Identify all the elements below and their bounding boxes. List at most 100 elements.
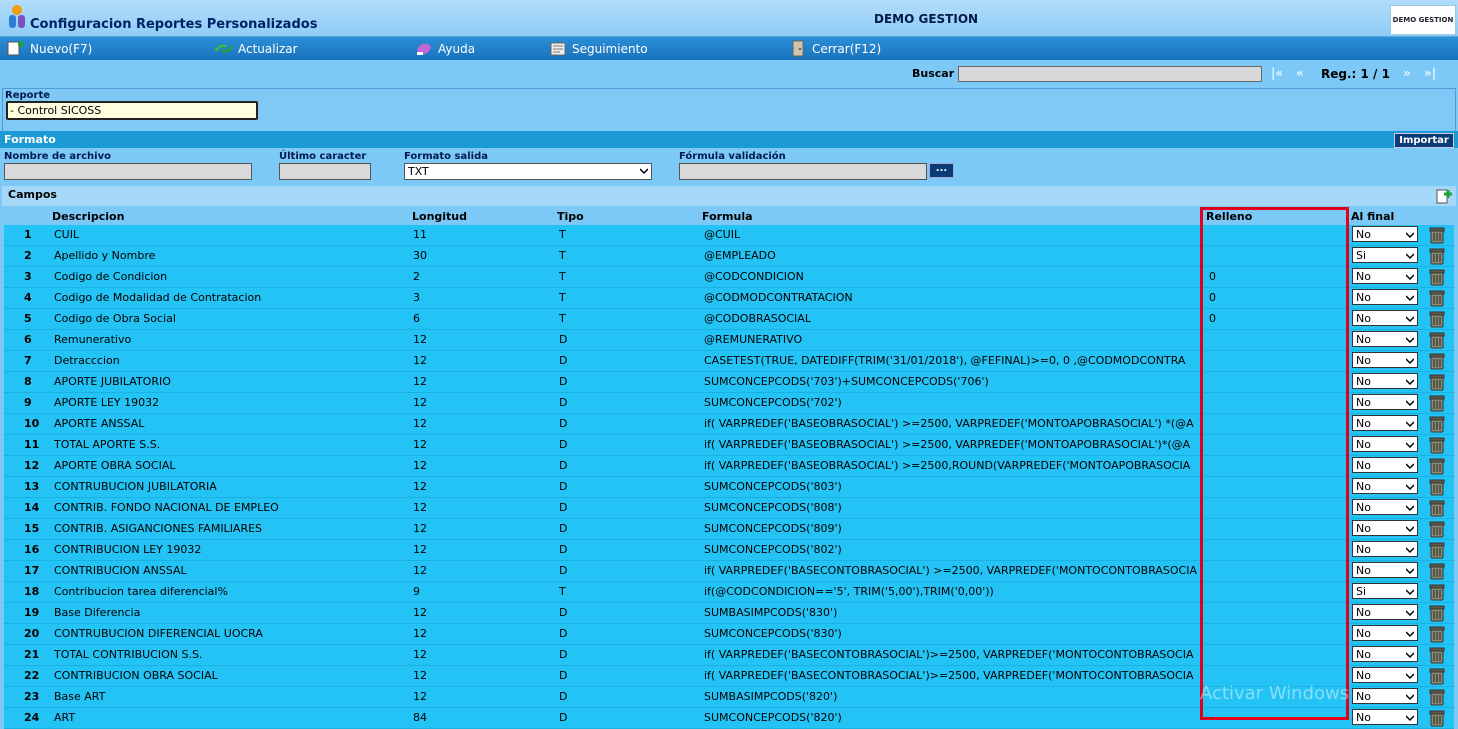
table-row[interactable]: 7 Detracccion 12 D CASETEST(TRUE, DATEDIFF(… <box>4 351 1454 372</box>
trash-icon[interactable] <box>1429 373 1445 391</box>
al-final-select[interactable]: Si <box>1352 247 1418 263</box>
refresh-icon <box>214 44 234 53</box>
al-final-select[interactable]: No <box>1352 604 1418 620</box>
chevron-down-icon <box>1406 463 1414 470</box>
al-final-select[interactable]: No <box>1352 688 1418 704</box>
al-final-select[interactable]: No <box>1352 520 1418 536</box>
trash-icon[interactable] <box>1429 247 1445 265</box>
ultimo-caracter-input[interactable] <box>279 163 371 180</box>
table-row[interactable]: 3 Codigo de Condicion 2 T @CODCONDICION 0 No <box>4 267 1454 288</box>
table-row[interactable]: 8 APORTE JUBILATORIO 12 D SUMCONCEPCODS('703… <box>4 372 1454 393</box>
trash-icon[interactable] <box>1429 331 1445 349</box>
row-number: 22 <box>24 669 40 682</box>
reporte-select[interactable]: - Control SICOSS <box>6 101 258 120</box>
trash-icon[interactable] <box>1429 289 1445 307</box>
first-page-button[interactable]: |« <box>1271 66 1283 80</box>
last-page-button[interactable]: »| <box>1424 66 1436 80</box>
trash-icon[interactable] <box>1429 268 1445 286</box>
al-final-select[interactable]: No <box>1352 499 1418 515</box>
al-final-select[interactable]: No <box>1352 394 1418 410</box>
trash-icon[interactable] <box>1429 688 1445 706</box>
trash-icon[interactable] <box>1429 352 1445 370</box>
table-row[interactable]: 12 APORTE OBRA SOCIAL 12 Dif( VARPREDEF('BA… <box>4 456 1454 477</box>
row-number: 21 <box>24 648 40 661</box>
trash-icon[interactable] <box>1429 625 1445 643</box>
search-input[interactable] <box>958 66 1262 82</box>
trash-icon[interactable] <box>1429 604 1445 622</box>
al-final-select[interactable]: No <box>1352 457 1418 473</box>
al-final-select[interactable]: No <box>1352 352 1418 368</box>
table-row[interactable]: 15 CONTRIB. ASIGANCIONES FAMILIARES 12 D SUM… <box>4 519 1454 540</box>
table-row[interactable]: 21 TOTAL CONTRIBUCION S.S. 12 Dif( VARPREDE… <box>4 645 1454 666</box>
formula-browse-button[interactable]: ... <box>929 163 954 178</box>
table-row[interactable]: 4 Codigo de Modalidad de Contratacion 3 T @C… <box>4 288 1454 309</box>
table-row[interactable]: 18 Contribucion tarea diferencial% 9 T if(@… <box>4 582 1454 603</box>
table-row[interactable]: 14 CONTRIB. FONDO NACIONAL DE EMPLEO 12 D S… <box>4 498 1454 519</box>
trash-icon[interactable] <box>1429 415 1445 433</box>
chevron-down-icon <box>1406 274 1414 281</box>
cell-descripcion: Detracccion <box>54 354 120 367</box>
formula-validacion-input[interactable] <box>679 163 927 180</box>
actualizar-button[interactable]: Actualizar <box>214 40 298 57</box>
al-final-select[interactable]: No <box>1352 541 1418 557</box>
table-row[interactable]: 10 APORTE ANSSAL 12 Dif( VARPREDEF('BASEOBR… <box>4 414 1454 435</box>
table-row[interactable]: 9 APORTE LEY 19032 12 D SUMCONCEPCODS('702')… <box>4 393 1454 414</box>
next-page-button[interactable]: » <box>1403 66 1411 80</box>
table-row[interactable]: 11 TOTAL APORTE S.S. 12 Dif( VARPREDEF('BAS… <box>4 435 1454 456</box>
trash-icon[interactable] <box>1429 541 1445 559</box>
table-row[interactable]: 17 CONTRIBUCION ANSSAL 12 Dif( VARPREDEF('B… <box>4 561 1454 582</box>
actualizar-label: Actualizar <box>238 41 298 56</box>
al-final-value: No <box>1356 627 1371 640</box>
table-row[interactable]: 6 Remunerativo 12 D @REMUNERATIVO No <box>4 330 1454 351</box>
trash-icon[interactable] <box>1429 457 1445 475</box>
al-final-select[interactable]: No <box>1352 331 1418 347</box>
trash-icon[interactable] <box>1429 499 1445 517</box>
trash-icon[interactable] <box>1429 226 1445 244</box>
al-final-select[interactable]: No <box>1352 310 1418 326</box>
table-row[interactable]: 24 ART 84 D SUMCONCEPCODS('820') No <box>4 708 1454 729</box>
prev-page-button[interactable]: « <box>1296 66 1304 80</box>
al-final-select[interactable]: No <box>1352 646 1418 662</box>
trash-icon[interactable] <box>1429 478 1445 496</box>
al-final-select[interactable]: No <box>1352 415 1418 431</box>
table-row[interactable]: 20 CONTRUBUCION DIFERENCIAL UOCRA 12 D SUMCO… <box>4 624 1454 645</box>
cell-descripcion: Base ART <box>54 690 106 703</box>
trash-icon[interactable] <box>1429 667 1445 685</box>
importar-button[interactable]: Importar <box>1394 133 1454 148</box>
al-final-select[interactable]: No <box>1352 226 1418 242</box>
al-final-select[interactable]: No <box>1352 373 1418 389</box>
formato-salida-select[interactable]: TXT <box>404 163 652 180</box>
al-final-value: No <box>1356 711 1371 724</box>
al-final-select[interactable]: No <box>1352 478 1418 494</box>
table-row[interactable]: 19 Base Diferencia 12 D SUMBASIMPCODS('830'… <box>4 603 1454 624</box>
al-final-select[interactable]: No <box>1352 709 1418 725</box>
al-final-select[interactable]: No <box>1352 436 1418 452</box>
table-row[interactable]: 16 CONTRIBUCION LEY 19032 12 D SUMCONCEPCODS… <box>4 540 1454 561</box>
al-final-select[interactable]: No <box>1352 667 1418 683</box>
trash-icon[interactable] <box>1429 709 1445 727</box>
add-field-icon[interactable] <box>1434 186 1454 206</box>
cell-formula: SUMCONCEPCODS('802') <box>704 543 842 556</box>
table-row[interactable]: 2 Apellido y Nombre 30 T @EMPLEADO Si <box>4 246 1454 267</box>
trash-icon[interactable] <box>1429 310 1445 328</box>
nombre-archivo-input[interactable] <box>4 163 252 180</box>
cerrar-button[interactable]: Cerrar(F12) <box>788 40 881 57</box>
trash-icon[interactable] <box>1429 562 1445 580</box>
seguimiento-button[interactable]: Seguimiento <box>548 40 648 57</box>
table-row[interactable]: 5 Codigo de Obra Social 6 T @CODOBRASOCIAL 0 N… <box>4 309 1454 330</box>
al-final-select[interactable]: No <box>1352 562 1418 578</box>
al-final-select[interactable]: No <box>1352 268 1418 284</box>
al-final-select[interactable]: Si <box>1352 583 1418 599</box>
trash-icon[interactable] <box>1429 583 1445 601</box>
table-row[interactable]: 13 CONTRUBUCION JUBILATORIA 12 D SUMCONCEPCO… <box>4 477 1454 498</box>
ayuda-button[interactable]: Ayuda <box>414 40 475 57</box>
nuevo-button[interactable]: Nuevo(F7) <box>6 40 92 57</box>
trash-icon[interactable] <box>1429 394 1445 412</box>
trash-icon[interactable] <box>1429 646 1445 664</box>
cell-tipo: T <box>559 270 566 283</box>
trash-icon[interactable] <box>1429 436 1445 454</box>
al-final-select[interactable]: No <box>1352 289 1418 305</box>
table-row[interactable]: 1 CUIL 11 T @CUIL No <box>4 225 1454 246</box>
al-final-select[interactable]: No <box>1352 625 1418 641</box>
trash-icon[interactable] <box>1429 520 1445 538</box>
